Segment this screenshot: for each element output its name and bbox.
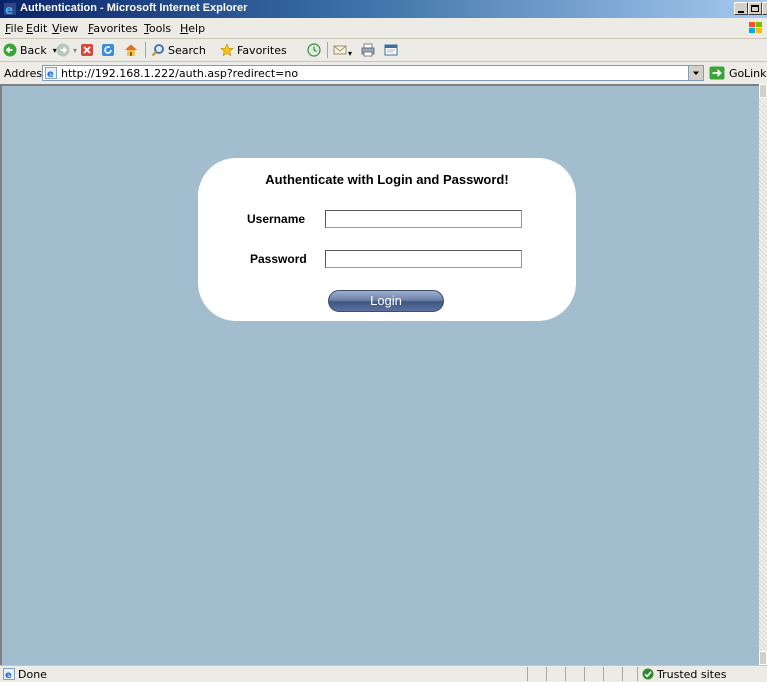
minimize-button[interactable] [734,2,748,15]
password-field[interactable] [325,250,522,268]
svg-text:e: e [5,670,12,680]
back-label: Back [20,43,47,57]
back-arrow-icon [3,43,17,57]
menu-tools[interactable]: Tools [144,22,171,35]
home-icon[interactable] [124,43,138,57]
username-label: Username [247,212,306,226]
stop-icon[interactable] [80,43,94,57]
status-bar: e Done Trusted sites [0,665,767,682]
menu-bar: File Edit View Favorites Tools Help [0,18,767,39]
vertical-scrollbar[interactable] [759,84,767,665]
address-dropdown-button[interactable] [688,66,703,80]
maximize-button[interactable] [748,2,762,15]
trusted-sites-check-icon [642,668,654,680]
menu-favorites[interactable]: Favorites [88,22,138,35]
status-pane [527,667,546,681]
scroll-down-arrow-icon[interactable] [759,651,767,665]
zone-text: Trusted sites [657,668,727,681]
favorites-star-icon [220,43,234,57]
back-button[interactable]: Back ▾ [3,42,57,58]
go-arrow-icon [709,66,725,80]
status-pane [546,667,565,681]
mail-icon[interactable] [333,43,347,57]
page-done-icon: e [3,668,15,680]
login-panel: Authenticate with Login and Password! Us… [198,158,576,321]
history-icon[interactable] [307,43,321,57]
address-input[interactable]: e http://192.168.1.222/auth.asp?redirect… [42,65,704,81]
toolbar-separator [145,42,146,58]
favorites-button[interactable]: Favorites [220,42,287,58]
password-label: Password [250,252,307,266]
svg-text:e: e [47,69,54,79]
menu-help[interactable]: Help [180,22,205,35]
edit-page-icon[interactable] [384,43,398,57]
status-pane [565,667,584,681]
favorites-label: Favorites [237,43,287,57]
username-field[interactable] [325,210,522,228]
search-icon [151,44,164,57]
address-bar: Address e http://192.168.1.222/auth.asp?… [0,62,767,85]
login-heading: Authenticate with Login and Password! [265,172,509,187]
forward-button[interactable]: ▾ [56,42,77,58]
refresh-icon[interactable] [101,43,115,57]
window-title: Authentication - Microsoft Internet Expl… [20,2,248,14]
page-icon: e [45,67,57,79]
links-button[interactable]: Links [744,67,767,80]
svg-text:e: e [5,3,13,16]
chevron-down-icon [693,71,699,75]
standard-toolbar: Back ▾ ▾ Search Favorites ▾ [0,39,767,62]
menu-edit[interactable]: Edit [26,22,47,35]
menu-view[interactable]: View [52,22,78,35]
go-button[interactable]: Go [709,65,744,81]
forward-dropdown-icon[interactable]: ▾ [73,46,77,55]
toolbar-separator [327,42,328,58]
status-pane [584,667,603,681]
menu-file[interactable]: File [5,22,23,35]
go-label: Go [729,66,745,80]
scroll-up-arrow-icon[interactable] [759,84,767,98]
login-button[interactable]: Login [328,290,444,312]
search-label: Search [168,43,206,57]
title-bar: e Authentication - Microsoft Internet Ex… [0,0,767,18]
mail-dropdown-icon[interactable]: ▾ [348,45,352,61]
address-url[interactable]: http://192.168.1.222/auth.asp?redirect=n… [61,67,298,80]
close-button[interactable] [762,2,767,15]
windows-logo-icon [746,20,764,36]
ie-logo-icon: e [4,3,16,16]
print-icon[interactable] [361,43,375,57]
status-text: Done [18,668,47,681]
forward-arrow-icon [56,43,70,57]
search-button[interactable]: Search [151,42,206,58]
status-pane [603,667,622,681]
